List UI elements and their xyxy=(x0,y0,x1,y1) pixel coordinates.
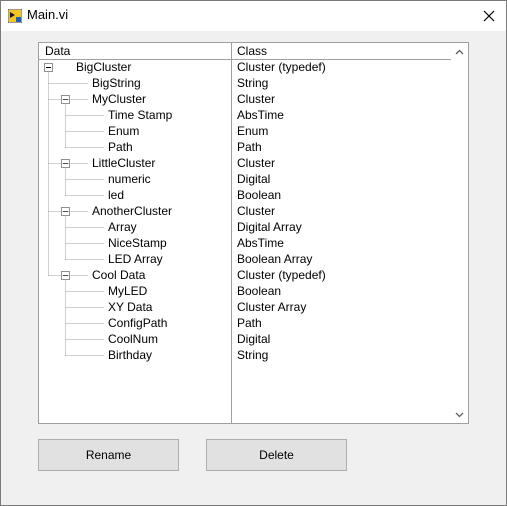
main-window: Main.vi Data Class BigCluster Cluster (ty… xyxy=(0,0,507,506)
tree-item-class: String xyxy=(237,76,269,90)
tree-item-class: Digital xyxy=(237,332,271,346)
tree-item-class: Path xyxy=(237,140,262,154)
delete-button[interactable]: Delete xyxy=(206,439,347,471)
tree-guide-lines xyxy=(48,72,104,356)
tree-item-class: Boolean xyxy=(237,284,282,298)
scroll-down-button[interactable] xyxy=(451,406,468,423)
tree-item-class: Path xyxy=(237,316,262,330)
tree-item-class: Cluster (typedef) xyxy=(237,268,326,282)
tree-item-class: Cluster xyxy=(237,92,276,106)
close-button[interactable] xyxy=(472,1,506,31)
tree-item-class: Boolean xyxy=(237,188,282,202)
tree-item-class: Enum xyxy=(237,124,269,138)
rename-button[interactable]: Rename xyxy=(38,439,179,471)
tree-item-class: AbsTime xyxy=(237,108,284,122)
chevron-up-icon xyxy=(455,49,464,54)
chevron-down-icon xyxy=(455,412,464,417)
title-bar: Main.vi xyxy=(1,1,506,31)
vertical-scrollbar[interactable] xyxy=(451,43,468,423)
labview-vi-icon xyxy=(7,8,23,24)
tree-item-class: Digital xyxy=(237,172,271,186)
column-header-class[interactable]: Class xyxy=(237,44,267,58)
tree-item-class: Cluster xyxy=(237,204,276,218)
tree-item-class: Digital Array xyxy=(237,220,302,234)
window-title: Main.vi xyxy=(27,7,69,22)
tree-item-class: Cluster xyxy=(237,156,276,170)
data-tree[interactable]: Data Class BigCluster Cluster (typedef) Bi… xyxy=(38,42,469,424)
tree-item-class: Boolean Array xyxy=(237,252,313,266)
tree-item-class: String xyxy=(237,348,269,362)
tree-item-class: Cluster Array xyxy=(237,300,307,314)
close-icon xyxy=(483,10,495,22)
tree-item-class: Cluster (typedef) xyxy=(237,60,326,74)
tree-item-class: AbsTime xyxy=(237,236,284,250)
scroll-up-button[interactable] xyxy=(451,43,468,60)
